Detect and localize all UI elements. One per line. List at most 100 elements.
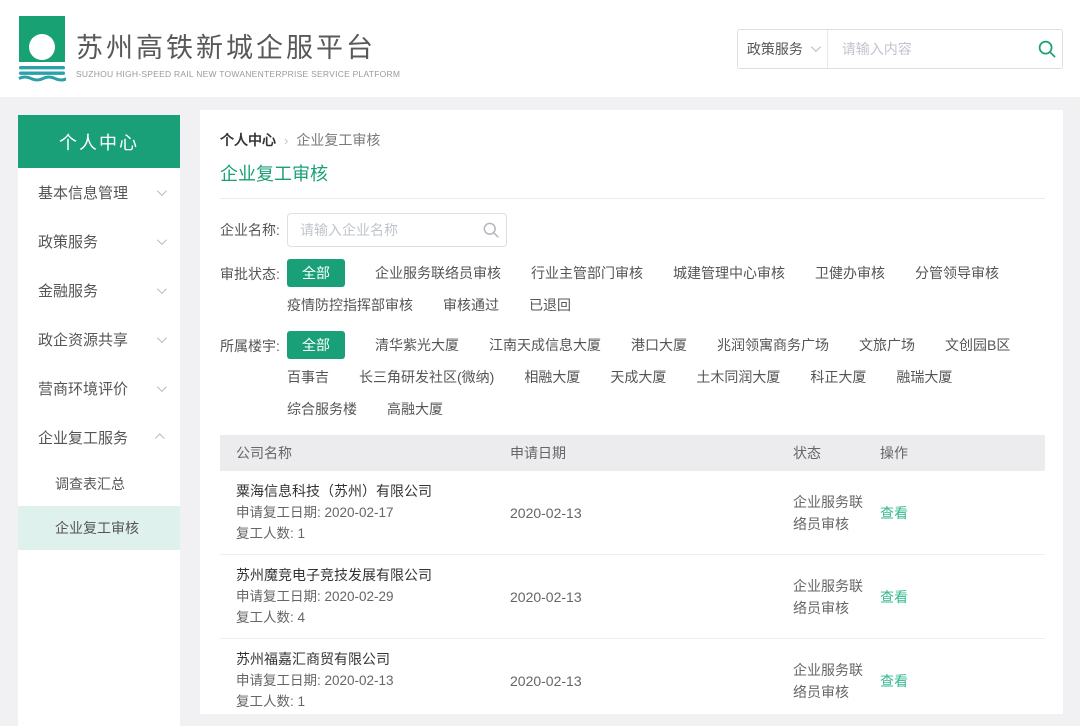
view-link[interactable]: 查看 [880, 589, 908, 605]
table-column-header: 状态 [793, 443, 880, 463]
company-name: 苏州福嘉汇商贸有限公司 [236, 649, 510, 670]
sidebar-item[interactable]: 金融服务 [18, 266, 180, 315]
search-icon[interactable] [1033, 39, 1062, 59]
search-category-select[interactable]: 政策服务 [738, 30, 828, 68]
workers-line: 复工人数: 4 [236, 607, 510, 628]
workers-line: 复工人数: 1 [236, 523, 510, 544]
building-chip[interactable]: 长三角研发社区(微纳) [359, 363, 494, 391]
company-cell: 苏州魔竞电子竞技发展有限公司申请复工日期: 2020-02-29复工人数: 4 [220, 565, 510, 628]
sidebar-item-label: 政策服务 [38, 231, 98, 252]
breadcrumb-current: 企业复工审核 [296, 130, 380, 150]
company-name-input-wrap [287, 213, 507, 247]
page: 苏州高铁新城企服平台 SUZHOU HIGH-SPEED RAIL NEW TO… [0, 0, 1080, 726]
building-filter-label: 所属楼宇: [220, 331, 287, 361]
status-filter-label: 审批状态: [220, 259, 287, 289]
sidebar-item-label: 政企资源共享 [38, 329, 128, 350]
building-chip[interactable]: 清华紫光大厦 [375, 331, 459, 359]
status-options: 全部 企业服务联络员审核 行业主管部门审核 城建管理中心审核 卫健办审核 分管领导审核疫情… [287, 259, 1045, 319]
building-chip[interactable]: 港口大厦 [631, 331, 687, 359]
building-chip[interactable]: 相融大厦 [524, 363, 580, 391]
building-chip[interactable]: 科正大厦 [810, 363, 866, 391]
apply-date-cell: 2020-02-13 [510, 589, 793, 605]
chevron-up-icon [155, 433, 165, 443]
title-divider [220, 198, 1045, 199]
building-chip[interactable]: 高融大厦 [387, 395, 443, 423]
platform-logo-icon [18, 16, 66, 82]
sidebar-item-label: 基本信息管理 [38, 182, 128, 203]
sidebar-item[interactable]: 政策服务 [18, 217, 180, 266]
company-name: 粟海信息科技（苏州）有限公司 [236, 481, 510, 502]
company-cell: 苏州福嘉汇商贸有限公司申请复工日期: 2020-02-13复工人数: 1 [220, 649, 510, 712]
apply-date-cell: 2020-02-13 [510, 673, 793, 689]
status-chip[interactable]: 卫健办审核 [815, 259, 885, 287]
status-chip[interactable]: 疫情防控指挥部审核 [287, 291, 413, 319]
review-table: 公司名称申请日期状态操作 粟海信息科技（苏州）有限公司申请复工日期: 2020-… [220, 435, 1045, 714]
company-name: 苏州魔竞电子竞技发展有限公司 [236, 565, 510, 586]
sidebar-item[interactable]: 基本信息管理 [18, 168, 180, 217]
breadcrumb-root[interactable]: 个人中心 [220, 130, 276, 150]
table-column-header: 申请日期 [510, 443, 793, 463]
sidebar-subitem[interactable]: 企业复工审核 [18, 506, 180, 550]
chevron-down-icon [157, 186, 167, 196]
sidebar-header[interactable]: 个人中心 [18, 115, 180, 168]
status-cell: 企业服务联络员审核 [793, 659, 880, 703]
company-name-filter: 企业名称: [220, 213, 1045, 247]
building-chip[interactable]: 文旅广场 [859, 331, 915, 359]
building-chip[interactable]: 兆润领寓商务广场 [717, 331, 829, 359]
brand: 苏州高铁新城企服平台 SUZHOU HIGH-SPEED RAIL NEW TO… [18, 16, 400, 82]
building-options: 全部 清华紫光大厦 江南天成信息大厦 港口大厦 兆润领寓商务广场 文旅广场 文创园B区百事吉… [287, 331, 1045, 423]
action-cell: 查看 [880, 503, 1045, 523]
chevron-down-icon [157, 284, 167, 294]
company-name-input[interactable] [287, 213, 507, 247]
building-chip[interactable]: 江南天成信息大厦 [489, 331, 601, 359]
sidebar-item-label: 金融服务 [38, 280, 98, 301]
building-chip[interactable]: 天成大厦 [610, 363, 666, 391]
view-link[interactable]: 查看 [880, 505, 908, 521]
table-row: 苏州福嘉汇商贸有限公司申请复工日期: 2020-02-13复工人数: 12020… [220, 639, 1045, 714]
brand-title: 苏州高铁新城企服平台 [76, 26, 400, 65]
sidebar-item[interactable]: 企业复工服务 [18, 413, 180, 462]
header-search-input[interactable] [828, 30, 1033, 68]
view-link[interactable]: 查看 [880, 673, 908, 689]
table-header-row: 公司名称申请日期状态操作 [220, 435, 1045, 471]
building-filter: 所属楼宇: 全部 清华紫光大厦 江南天成信息大厦 港口大厦 兆润领寓商务广场 文旅广场 文创… [220, 331, 1045, 423]
building-chip[interactable]: 土木同润大厦 [696, 363, 780, 391]
resume-date-line: 申请复工日期: 2020-02-29 [236, 586, 510, 607]
sidebar-item-label: 企业复工服务 [38, 427, 128, 448]
status-chip[interactable]: 分管领导审核 [915, 259, 999, 287]
page-title: 企业复工审核 [220, 160, 1045, 186]
table-body: 粟海信息科技（苏州）有限公司申请复工日期: 2020-02-17复工人数: 12… [220, 471, 1045, 714]
status-chip[interactable]: 城建管理中心审核 [673, 259, 785, 287]
company-cell: 粟海信息科技（苏州）有限公司申请复工日期: 2020-02-17复工人数: 1 [220, 481, 510, 544]
resume-date-line: 申请复工日期: 2020-02-13 [236, 670, 510, 691]
table-column-header: 公司名称 [220, 443, 510, 463]
header-search: 政策服务 [737, 29, 1063, 69]
action-cell: 查看 [880, 671, 1045, 691]
building-chip[interactable]: 融瑞大厦 [896, 363, 952, 391]
chevron-down-icon [157, 235, 167, 245]
chevron-down-icon [157, 382, 167, 392]
building-chip[interactable]: 综合服务楼 [287, 395, 357, 423]
sidebar-menu: 基本信息管理政策服务金融服务政企资源共享营商环境评价企业复工服务调查表汇总企业复… [18, 168, 180, 550]
company-search-icon[interactable] [475, 213, 507, 247]
status-chip[interactable]: 企业服务联络员审核 [375, 259, 501, 287]
status-chip[interactable]: 全部 [287, 259, 345, 287]
chevron-down-icon [157, 333, 167, 343]
content-area: 个人中心 基本信息管理政策服务金融服务政企资源共享营商环境评价企业复工服务调查表… [0, 97, 1080, 726]
status-chip[interactable]: 已退回 [529, 291, 571, 319]
sidebar-item[interactable]: 政企资源共享 [18, 315, 180, 364]
workers-line: 复工人数: 1 [236, 691, 510, 712]
sidebar: 个人中心 基本信息管理政策服务金融服务政企资源共享营商环境评价企业复工服务调查表… [18, 115, 180, 726]
building-chip[interactable]: 全部 [287, 331, 345, 359]
table-column-header: 操作 [880, 443, 1045, 463]
status-cell: 企业服务联络员审核 [793, 575, 880, 619]
status-chip[interactable]: 审核通过 [443, 291, 499, 319]
sidebar-item[interactable]: 营商环境评价 [18, 364, 180, 413]
apply-date-cell: 2020-02-13 [510, 505, 793, 521]
building-chip[interactable]: 文创园B区 [945, 331, 1010, 359]
status-chip[interactable]: 行业主管部门审核 [531, 259, 643, 287]
sidebar-subitem[interactable]: 调查表汇总 [18, 462, 180, 506]
building-chip[interactable]: 百事吉 [287, 363, 329, 391]
table-row: 苏州魔竞电子竞技发展有限公司申请复工日期: 2020-02-29复工人数: 42… [220, 555, 1045, 639]
status-cell: 企业服务联络员审核 [793, 491, 880, 535]
